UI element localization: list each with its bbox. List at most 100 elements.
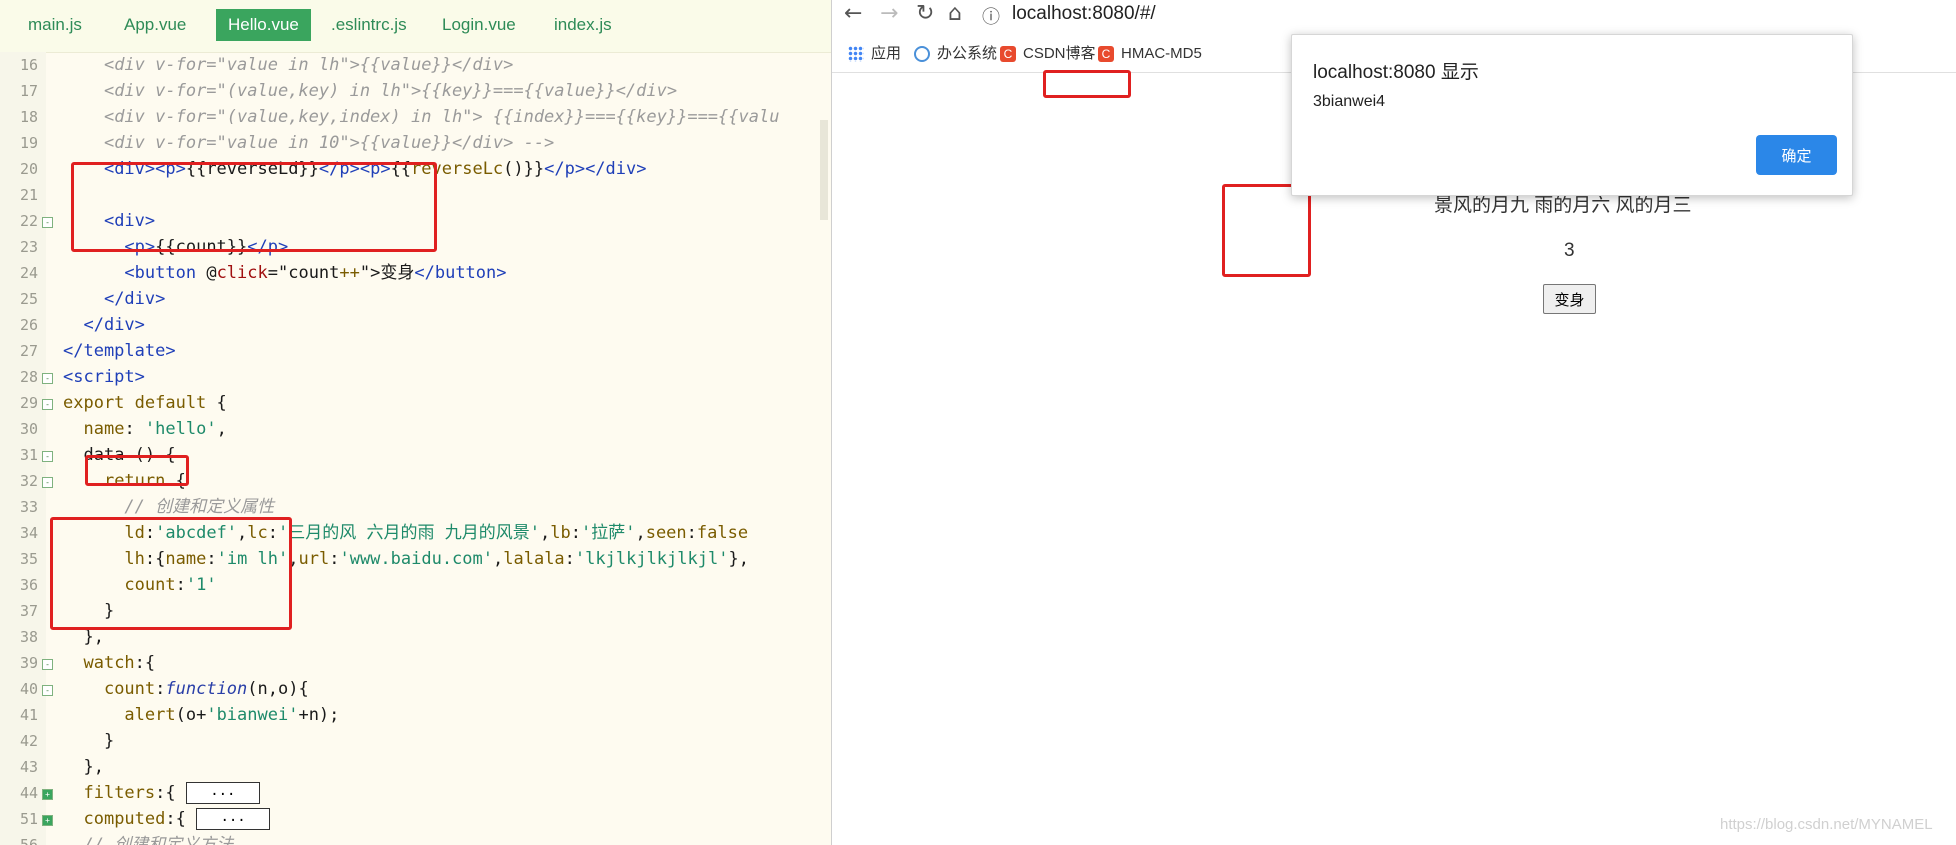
- code-token: </div>: [83, 315, 145, 335]
- bookmark-label: 办公系统: [937, 45, 998, 62]
- code-token: '拉萨': [580, 523, 636, 543]
- line-number: 31: [19, 446, 38, 464]
- editor-tab--eslintrc-js[interactable]: .eslintrc.js: [319, 9, 419, 41]
- address-bar[interactable]: localhost:8080/#/: [1012, 0, 1156, 30]
- code-token: <button: [124, 263, 207, 283]
- alert-dialog: localhost:8080 显示 3bianwei4 确定: [1291, 34, 1853, 196]
- line-number: 56: [19, 836, 38, 845]
- code-token: lb: [550, 523, 571, 543]
- code-line: watch:{: [63, 650, 155, 676]
- code-token: :: [564, 549, 575, 569]
- bookmark-label: 应用: [871, 45, 902, 62]
- editor-minimap[interactable]: [820, 120, 828, 220]
- code-token: lalala: [503, 549, 565, 569]
- fold-collapse-icon[interactable]: -: [42, 477, 53, 488]
- highlight-box-template-div: [71, 162, 437, 252]
- code-token: },: [83, 627, 104, 647]
- fold-collapse-icon[interactable]: -: [42, 217, 53, 228]
- code-token: ,: [635, 523, 646, 543]
- code-line: <div v-for="value in 10">{{value}}</div>…: [63, 130, 554, 156]
- line-number: 30: [19, 420, 38, 438]
- code-token: name: [83, 419, 125, 439]
- editor-tab-hello-vue[interactable]: Hello.vue: [216, 9, 311, 41]
- bookmark-globe-icon: [914, 46, 930, 63]
- csdn-icon: C: [1000, 46, 1016, 63]
- fold-collapse-icon[interactable]: -: [42, 685, 53, 696]
- line-number: 16: [19, 56, 38, 74]
- back-arrow-icon[interactable]: ←: [844, 1, 862, 26]
- fold-collapse-icon[interactable]: -: [42, 399, 53, 410]
- bookmark-4[interactable]: C HMAC-MD5: [1098, 42, 1202, 66]
- code-line: </div>: [63, 312, 145, 338]
- code-token: ,: [493, 549, 504, 569]
- line-number: 44: [19, 784, 38, 802]
- folded-code-button[interactable]: ...: [196, 808, 271, 830]
- highlight-box-watch: [50, 517, 292, 630]
- code-token: :: [570, 523, 581, 543]
- editor-tab-app-vue[interactable]: App.vue: [112, 9, 198, 41]
- forward-arrow-icon[interactable]: →: [880, 1, 898, 26]
- line-number: 42: [19, 732, 38, 750]
- folded-code-button[interactable]: ...: [185, 782, 260, 804]
- code-token: click: [216, 263, 268, 283]
- editor-tab-index-js[interactable]: index.js: [542, 9, 624, 41]
- code-line: </div>: [63, 286, 165, 312]
- fold-expand-icon[interactable]: +: [42, 789, 53, 800]
- fold-collapse-icon[interactable]: -: [42, 373, 53, 384]
- alert-ok-button[interactable]: 确定: [1756, 135, 1837, 175]
- alert-title: localhost:8080 显示: [1313, 62, 1479, 83]
- code-token: },: [83, 757, 104, 777]
- code-line: // 创建和定义方法: [63, 832, 233, 845]
- code-token: :: [329, 549, 340, 569]
- reload-icon[interactable]: ↻: [916, 1, 934, 26]
- line-number: 20: [19, 160, 38, 178]
- code-token: <div v-for="(value,key,index) in lh"> {{…: [103, 107, 780, 127]
- code-token: 'bianwei': [206, 705, 299, 725]
- code-token: <div v-for="(value,key) in lh">{{key}}==…: [103, 81, 678, 101]
- code-line: filters:{ ...: [63, 780, 260, 806]
- code-token: ()}}: [503, 159, 545, 179]
- bookmark-2[interactable]: 办公系统: [914, 42, 997, 66]
- home-icon[interactable]: ⌂: [948, 1, 962, 26]
- code-token: </template>: [63, 341, 176, 361]
- bookmark-label: HMAC-MD5: [1121, 45, 1202, 62]
- fold-expand-icon[interactable]: +: [42, 815, 53, 826]
- code-token: seen: [645, 523, 687, 543]
- bookmark-1[interactable]: 应用: [848, 42, 901, 66]
- highlight-box-alert-message: [1043, 70, 1131, 98]
- watermark: https://blog.csdn.net/MYNAMEL: [1720, 816, 1933, 833]
- code-line: <div v-for="(value,key) in lh">{{key}}==…: [63, 78, 677, 104]
- code-token: filters: [83, 783, 156, 803]
- code-token: </button>: [414, 263, 507, 283]
- code-line: <div v-for="(value,key,index) in lh"> {{…: [63, 104, 780, 130]
- bookmark-3[interactable]: C CSDN博客: [1000, 42, 1096, 66]
- code-token: function: [165, 679, 248, 699]
- code-token: ,: [539, 523, 551, 543]
- highlight-box-count-output: [1222, 184, 1311, 277]
- line-number: 28: [19, 368, 38, 386]
- code-line: <script>: [63, 364, 145, 390]
- line-number: 43: [19, 758, 38, 776]
- code-line: </template>: [63, 338, 176, 364]
- line-number: 17: [19, 82, 38, 100]
- fold-collapse-icon[interactable]: -: [42, 659, 53, 670]
- code-token: ,: [216, 419, 227, 439]
- browser-window: ← → ↻ ⌂ ⓘ localhost:8080/#/ 应用 办公系统 C CSDN博…: [832, 0, 1956, 845]
- code-token: watch: [83, 653, 135, 673]
- line-number: 37: [19, 602, 38, 620]
- editor-tab-login-vue[interactable]: Login.vue: [430, 9, 528, 41]
- code-token: alert: [124, 705, 176, 725]
- info-icon[interactable]: ⓘ: [982, 3, 1000, 29]
- editor-tab-bar: main.js App.vue Hello.vue .eslintrc.js Login…: [0, 0, 831, 53]
- transform-button[interactable]: 变身: [1543, 284, 1596, 314]
- line-number: 32: [19, 472, 38, 490]
- code-token: <div v-for="value in 10">{{value}}</div>…: [103, 133, 555, 153]
- code-line: alert(o+'bianwei'+n);: [63, 702, 339, 728]
- fold-collapse-icon[interactable]: -: [42, 451, 53, 462]
- code-line: computed:{ ...: [63, 806, 271, 832]
- browser-nav-bar: ← → ↻ ⌂ ⓘ localhost:8080/#/: [832, 0, 1956, 30]
- editor-tab-main-js[interactable]: main.js: [16, 9, 94, 41]
- code-line: count:function(n,o){: [63, 676, 309, 702]
- code-token: url: [298, 549, 330, 569]
- code-editor[interactable]: main.js App.vue Hello.vue .eslintrc.js Login…: [0, 0, 831, 845]
